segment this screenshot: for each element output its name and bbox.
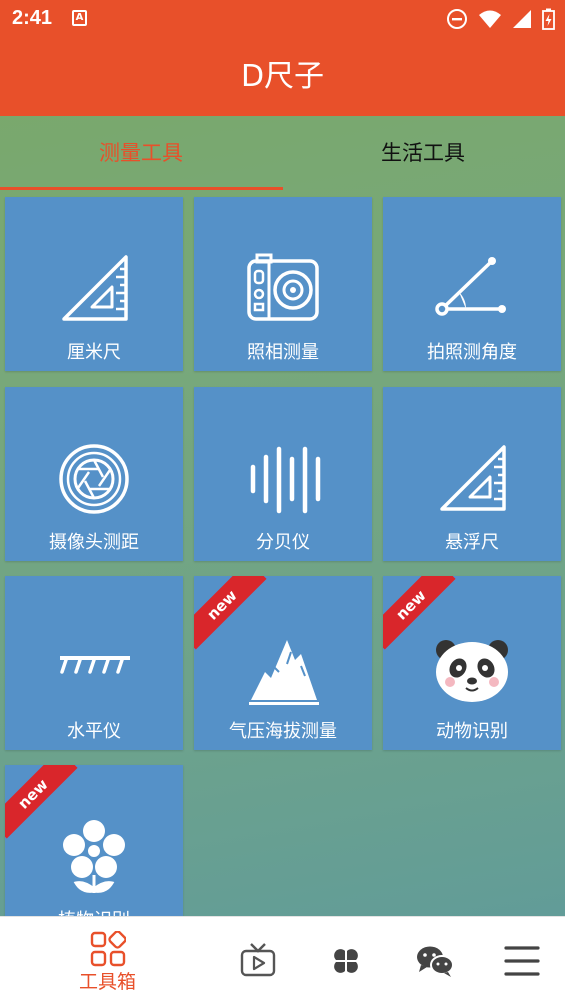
- status-bar: 2:41 A: [0, 0, 565, 38]
- tile-label: 厘米尺: [67, 342, 121, 363]
- tab-indicator: [0, 187, 283, 190]
- tv-play-icon: [240, 943, 276, 977]
- nav-item-discover[interactable]: [320, 917, 376, 1004]
- camera-aperture-icon: [59, 444, 129, 514]
- signal-icon: [513, 10, 531, 28]
- tile-label: 水平仪: [67, 721, 121, 742]
- app-title: D尺子: [240, 59, 325, 94]
- wifi-icon: [479, 10, 501, 28]
- tab-measure-tools[interactable]: 测量工具: [0, 116, 282, 192]
- tool-tile-photo-angle[interactable]: 拍照测角度: [383, 197, 561, 371]
- nav-item-menu[interactable]: [496, 917, 552, 1004]
- tab-bar: 测量工具 生活工具: [0, 116, 565, 192]
- tool-tile-floating-ruler[interactable]: 悬浮尺: [383, 387, 561, 561]
- battery-charging-icon: [542, 8, 555, 30]
- tile-label: 动物识别: [436, 721, 508, 742]
- tile-label: 照相测量: [247, 342, 319, 363]
- flower-icon: [63, 820, 125, 893]
- tool-tile-decibel-meter[interactable]: 分贝仪: [194, 387, 372, 561]
- do-not-disturb-icon: [447, 9, 467, 29]
- camera-icon: [247, 253, 319, 321]
- toolbox-grid-icon: [90, 931, 126, 967]
- tile-label: 分贝仪: [256, 532, 310, 553]
- nav-label-toolbox: 工具箱: [78, 971, 136, 993]
- sound-bars-icon: [250, 446, 321, 514]
- nav-item-wechat[interactable]: [408, 917, 464, 1004]
- mountain-icon: [249, 640, 319, 705]
- tool-tile-centimeter-ruler[interactable]: 厘米尺: [5, 197, 183, 371]
- tile-label: 气压海拔测量: [229, 721, 337, 742]
- set-square-ruler-icon: [62, 255, 128, 321]
- nav-item-toolbox[interactable]: 工具箱: [60, 917, 155, 1004]
- app-bar: D尺子: [0, 38, 565, 116]
- nav-item-video[interactable]: [230, 917, 286, 1004]
- notification-icon: A: [72, 10, 87, 26]
- tab-life-tools[interactable]: 生活工具: [282, 116, 564, 192]
- angle-icon: [435, 257, 506, 316]
- bottom-navigation: 工具箱: [0, 916, 565, 1004]
- tool-tile-animal-recognition[interactable]: new 动物识别: [383, 576, 561, 750]
- tile-label: 悬浮尺: [445, 532, 499, 553]
- tool-tile-plant-recognition[interactable]: new 植物识别: [5, 765, 183, 939]
- clover-icon: [334, 949, 358, 973]
- tile-label: 摄像头测距: [49, 532, 139, 553]
- wechat-icon: [417, 946, 454, 977]
- tool-tile-photo-measure[interactable]: 照相测量: [194, 197, 372, 371]
- tile-label: 拍照测角度: [427, 342, 517, 363]
- status-time: 2:41: [12, 7, 53, 29]
- set-square-ruler-icon: [440, 445, 506, 511]
- panda-icon: [436, 640, 508, 702]
- status-icons: [446, 8, 555, 30]
- tool-tile-barometer-altitude[interactable]: new 气压海拔测量: [194, 576, 372, 750]
- level-ruler-icon: [60, 656, 130, 674]
- tool-tile-level[interactable]: 水平仪: [5, 576, 183, 750]
- tool-tile-camera-distance[interactable]: 摄像头测距: [5, 387, 183, 561]
- menu-icon: [504, 946, 540, 976]
